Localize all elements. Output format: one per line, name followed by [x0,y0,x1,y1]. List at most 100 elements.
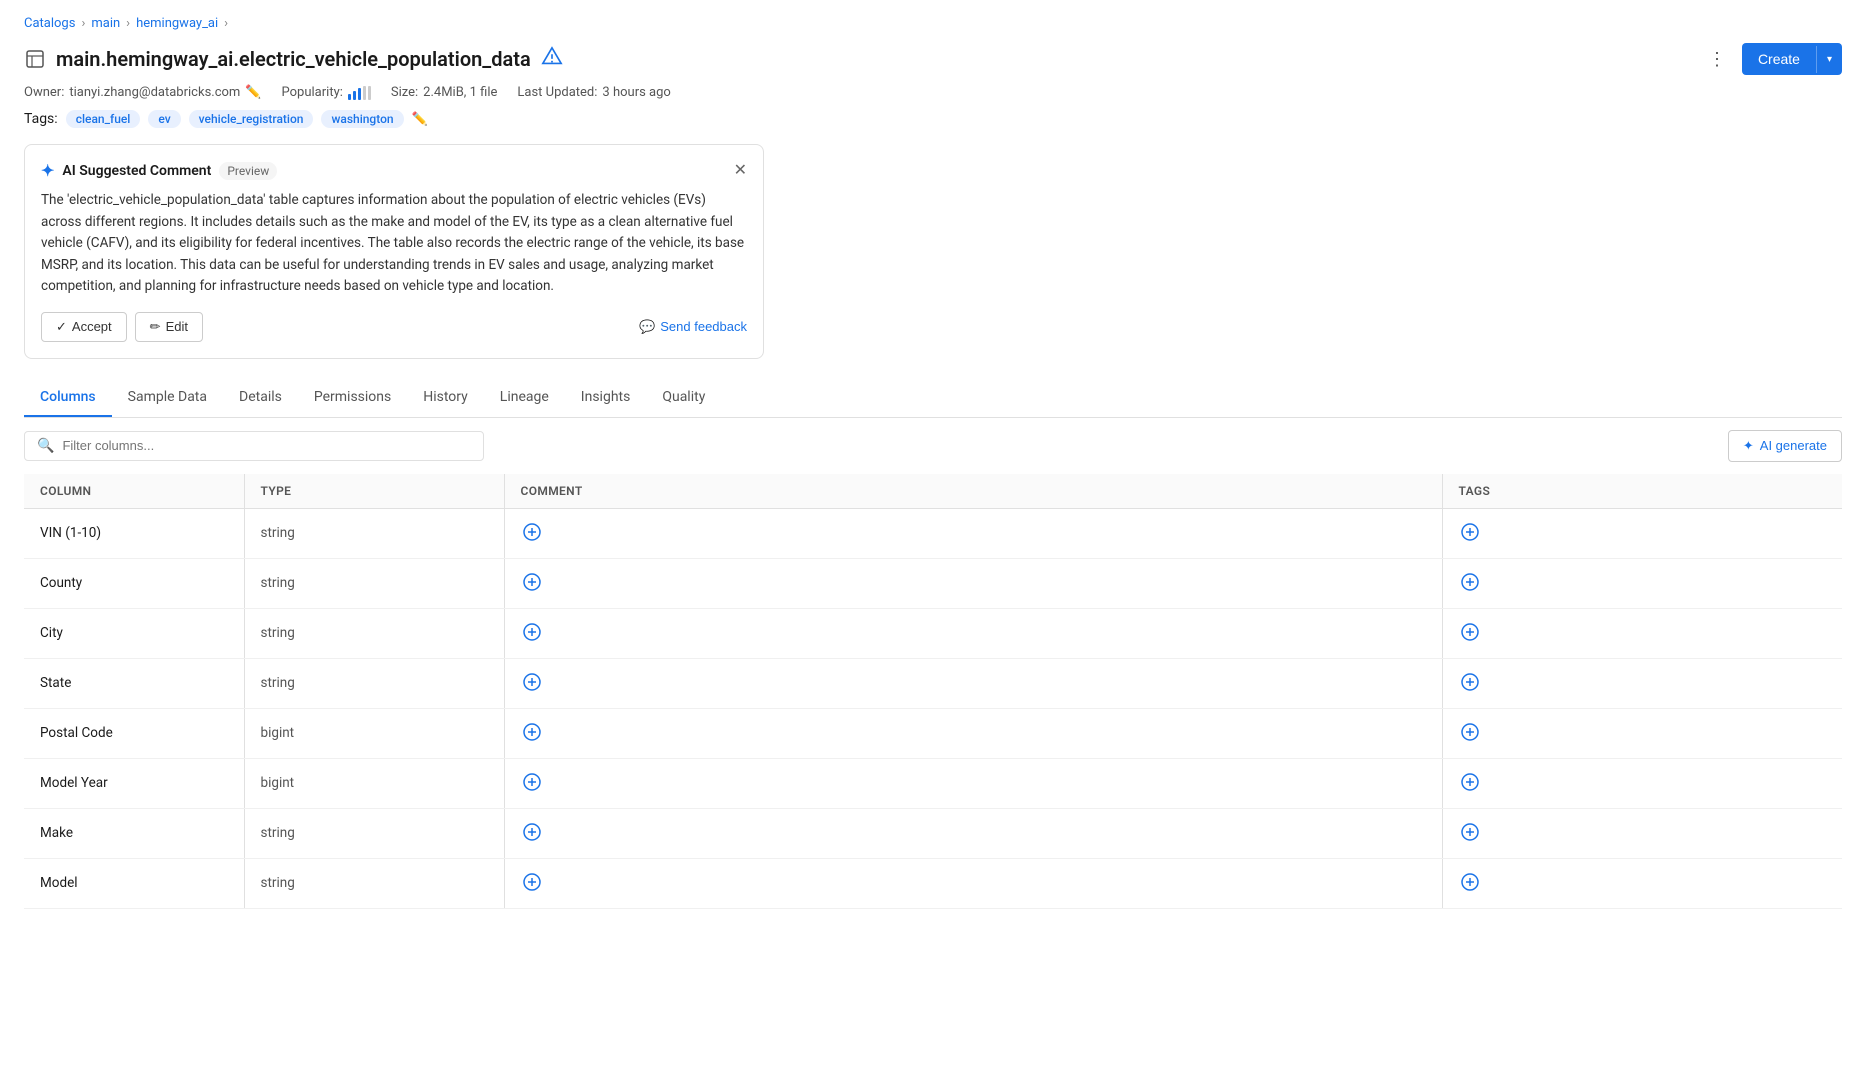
tag-clean-fuel[interactable]: clean_fuel [66,110,141,128]
cell-column-tags[interactable] [1442,508,1842,558]
table-row: Modelstring [24,858,1842,908]
tag-vehicle-registration[interactable]: vehicle_registration [189,110,314,128]
updated-label: Last Updated: [517,85,597,100]
cell-column-comment[interactable] [504,858,1442,908]
cell-column-type: string [244,558,504,608]
cell-column-type: string [244,508,504,558]
breadcrumb-catalogs[interactable]: Catalogs [24,16,75,31]
accept-checkmark-icon: ✓ [56,319,67,335]
tag-ev[interactable]: ev [148,110,180,128]
add-comment-icon[interactable] [521,871,543,893]
add-tag-icon[interactable] [1459,571,1481,593]
cell-column-tags[interactable] [1442,608,1842,658]
cell-column-type: string [244,858,504,908]
accept-label: Accept [72,319,112,334]
add-tag-icon[interactable] [1459,871,1481,893]
add-tag-icon[interactable] [1459,621,1481,643]
cell-column-type: bigint [244,708,504,758]
cell-column-tags[interactable] [1442,658,1842,708]
create-button[interactable]: Create ▾ [1742,43,1842,75]
send-feedback-button[interactable]: 💬 Send feedback [639,319,747,335]
filter-row: 🔍 ✦ AI generate [24,418,1842,474]
tab-permissions[interactable]: Permissions [298,379,407,417]
tab-sample-data[interactable]: Sample Data [112,379,223,417]
cell-column-type: string [244,808,504,858]
tab-quality[interactable]: Quality [646,379,721,417]
add-tag-icon[interactable] [1459,821,1481,843]
cell-column-tags[interactable] [1442,708,1842,758]
search-icon: 🔍 [37,438,54,454]
alert-icon[interactable] [541,46,563,73]
cell-column-tags[interactable] [1442,858,1842,908]
add-comment-icon[interactable] [521,521,543,543]
col-header-comment: Comment [504,474,1442,509]
add-tag-icon[interactable] [1459,521,1481,543]
table-row: Statestring [24,658,1842,708]
cell-column-name: Make [24,808,244,858]
cell-column-type: string [244,658,504,708]
owner-edit-icon[interactable]: ✏️ [245,85,261,100]
add-comment-icon[interactable] [521,571,543,593]
cell-column-tags[interactable] [1442,558,1842,608]
cell-column-name: Postal Code [24,708,244,758]
ai-generate-label: AI generate [1760,438,1827,453]
add-tag-icon[interactable] [1459,721,1481,743]
accept-button[interactable]: ✓ Accept [41,312,127,342]
cell-column-comment[interactable] [504,708,1442,758]
add-comment-icon[interactable] [521,671,543,693]
add-comment-icon[interactable] [521,821,543,843]
tab-lineage[interactable]: Lineage [484,379,565,417]
tags-edit-icon[interactable]: ✏️ [412,112,428,127]
col-header-column: Column [24,474,244,509]
cell-column-comment[interactable] [504,508,1442,558]
tab-columns[interactable]: Columns [24,379,112,417]
edit-pencil-icon: ✏ [150,319,161,335]
cell-column-type: bigint [244,758,504,808]
more-options-button[interactable]: ⋮ [1700,45,1734,74]
table-icon [24,48,46,70]
add-comment-icon[interactable] [521,621,543,643]
col-header-type: Type [244,474,504,509]
tab-history[interactable]: History [407,379,484,417]
cell-column-comment[interactable] [504,808,1442,858]
cell-column-comment[interactable] [504,758,1442,808]
tabs-row: Columns Sample Data Details Permissions … [24,379,1842,418]
create-button-chevron: ▾ [1816,46,1842,73]
tags-row: Tags: clean_fuel ev vehicle_registration… [24,110,1842,128]
cell-column-tags[interactable] [1442,808,1842,858]
breadcrumb-hemingway-ai[interactable]: hemingway_ai [136,16,218,31]
cell-column-comment[interactable] [504,558,1442,608]
add-tag-icon[interactable] [1459,671,1481,693]
page-title: main.hemingway_ai.electric_vehicle_popul… [56,47,531,71]
cell-column-comment[interactable] [504,658,1442,708]
ai-generate-button[interactable]: ✦ AI generate [1728,430,1842,462]
create-button-label: Create [1742,43,1816,75]
breadcrumb-main[interactable]: main [91,16,120,31]
breadcrumb: Catalogs › main › hemingway_ai › [24,16,1842,31]
columns-table: Column Type Comment Tags VIN (1-10)strin… [24,474,1842,909]
owner-value: tianyi.zhang@databricks.com [69,85,240,100]
size-value: 2.4MiB, 1 file [423,85,497,100]
add-comment-icon[interactable] [521,721,543,743]
col-header-tags: Tags [1442,474,1842,509]
cell-column-tags[interactable] [1442,758,1842,808]
edit-button[interactable]: ✏ Edit [135,312,203,342]
cell-column-name: Model Year [24,758,244,808]
add-tag-icon[interactable] [1459,771,1481,793]
tab-insights[interactable]: Insights [565,379,647,417]
popularity-label: Popularity: [282,85,343,100]
edit-label: Edit [166,319,188,334]
popularity-bars [348,86,371,100]
add-comment-icon[interactable] [521,771,543,793]
table-row: Model Yearbigint [24,758,1842,808]
filter-columns-input[interactable] [62,438,471,453]
tab-details[interactable]: Details [223,379,298,417]
cell-column-name: State [24,658,244,708]
ai-sparkle-icon: ✦ [41,161,54,180]
cell-column-type: string [244,608,504,658]
ai-preview-badge: Preview [219,162,277,180]
cell-column-comment[interactable] [504,608,1442,658]
tag-washington[interactable]: washington [321,110,403,128]
ai-card-close-button[interactable]: ✕ [734,163,747,179]
filter-input-wrap: 🔍 [24,431,484,461]
